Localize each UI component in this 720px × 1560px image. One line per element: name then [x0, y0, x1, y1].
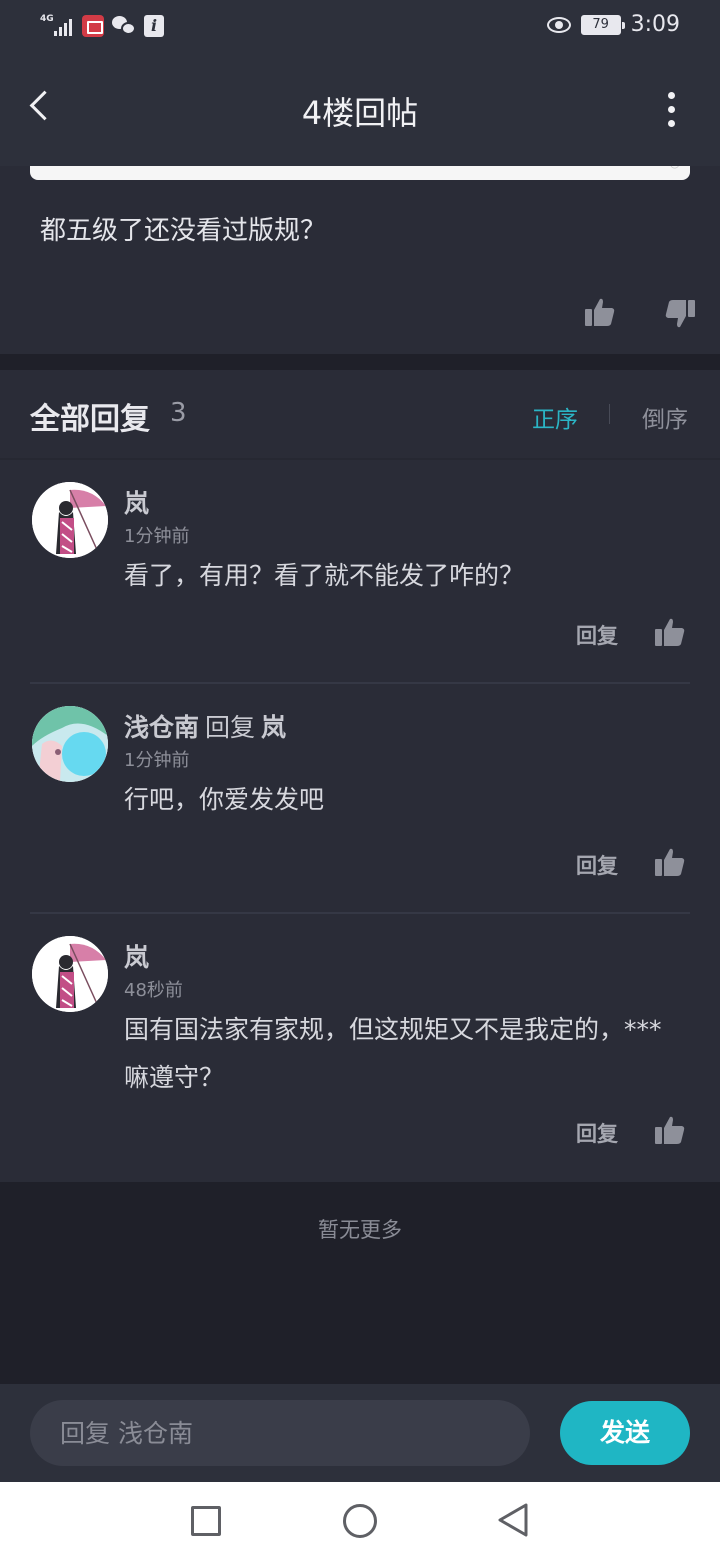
status-left: 4G i [40, 14, 164, 38]
replies-count: 3 [170, 398, 187, 428]
home-icon[interactable] [343, 1504, 377, 1538]
reply-button[interactable]: 回复 [576, 620, 618, 650]
avatar[interactable] [32, 936, 108, 1012]
thumbs-down-icon[interactable] [664, 298, 696, 330]
system-nav-bar [0, 1482, 720, 1560]
anime-girl-umbrella-avatar [32, 482, 108, 558]
reply-time: 1分钟前 [124, 750, 190, 771]
avatar[interactable] [32, 482, 108, 558]
thumbs-up-icon[interactable] [654, 1114, 686, 1146]
post-card: ◎ 都五级了还没看过版规？ [0, 166, 720, 354]
post-image[interactable]: ◎ [30, 166, 690, 180]
reply-to-word: 回复 [205, 713, 256, 742]
app-header: 4楼回帖 [0, 54, 720, 166]
anime-girl-umbrella-avatar [32, 936, 108, 1012]
network-type: 4G [40, 14, 54, 24]
post-text: 都五级了还没看过版规？ [40, 216, 327, 246]
reply-item: 岚 48秒前 国有国法家有家规，但这规矩又不是我定的，***嘛遵守？ 回复 [0, 914, 720, 1182]
reply-button[interactable]: 回复 [576, 850, 618, 880]
wechat-icon [112, 16, 136, 36]
more-options-icon[interactable] [662, 90, 682, 130]
status-time: 3:09 [630, 12, 680, 37]
reply-item: 岚 1分钟前 看了，有用？看了就不能发了咋的？ 回复 [0, 460, 720, 684]
top-bar: 4G i 79 3:09 4楼回帖 [0, 0, 720, 166]
anime-boy-teal-avatar [32, 706, 108, 782]
sort-descending-tab[interactable]: 倒序 [642, 400, 688, 434]
thumbs-up-icon[interactable] [584, 296, 616, 328]
reply-text: 行吧，你爱发发吧 [124, 785, 325, 814]
page-title: 4楼回帖 [301, 94, 419, 132]
thumbs-up-icon[interactable] [654, 616, 686, 648]
author-name[interactable]: 岚 [124, 489, 149, 518]
battery-icon: 79 [580, 14, 625, 35]
replies-label: 全部回复 [30, 402, 150, 437]
replies-header: 全部回复 3 正序 倒序 [0, 370, 720, 460]
back-triangle-icon[interactable] [496, 1502, 530, 1538]
sort-ascending-tab[interactable]: 正序 [532, 400, 578, 434]
info-icon: i [144, 15, 164, 37]
reply-text: 看了，有用？看了就不能发了咋的？ [124, 561, 525, 590]
signal-icon: 4G [40, 14, 74, 38]
image-watermark: ◎ [670, 166, 680, 170]
reply-button[interactable]: 回复 [576, 1118, 618, 1148]
author-name[interactable]: 岚 [124, 943, 149, 972]
author-name[interactable]: 浅仓南 [124, 713, 199, 742]
reply-author[interactable]: 岚 [124, 484, 161, 520]
reply-input-bar: 发送 [0, 1384, 720, 1482]
thumbs-up-icon[interactable] [654, 846, 686, 878]
replies-section: 全部回复 3 正序 倒序 岚 1分钟前 看了，有用？看了就不能发了咋的？ 回复 [0, 370, 720, 1182]
status-bar: 4G i 79 3:09 [0, 0, 720, 54]
book-app-icon [82, 15, 104, 37]
reply-text: 国有国法家有家规，但这规矩又不是我定的，***嘛遵守？ [124, 1015, 662, 1092]
reply-item: 浅仓南 回复岚 1分钟前 行吧，你爱发发吧 回复 [0, 684, 720, 914]
reply-to-name[interactable]: 岚 [261, 713, 286, 742]
status-right: 79 3:09 [546, 12, 680, 37]
reply-author[interactable]: 岚 [124, 938, 161, 974]
reply-input[interactable] [30, 1400, 530, 1466]
sort-divider [609, 404, 610, 424]
reply-time: 1分钟前 [124, 526, 190, 547]
eye-icon [546, 16, 571, 33]
reply-time: 48秒前 [124, 980, 183, 1001]
send-button[interactable]: 发送 [560, 1401, 690, 1465]
avatar[interactable] [32, 706, 108, 782]
reply-author[interactable]: 浅仓南 回复岚 [124, 708, 286, 744]
no-more-text: 暂无更多 [318, 1218, 402, 1242]
recent-apps-icon[interactable] [191, 1506, 221, 1536]
